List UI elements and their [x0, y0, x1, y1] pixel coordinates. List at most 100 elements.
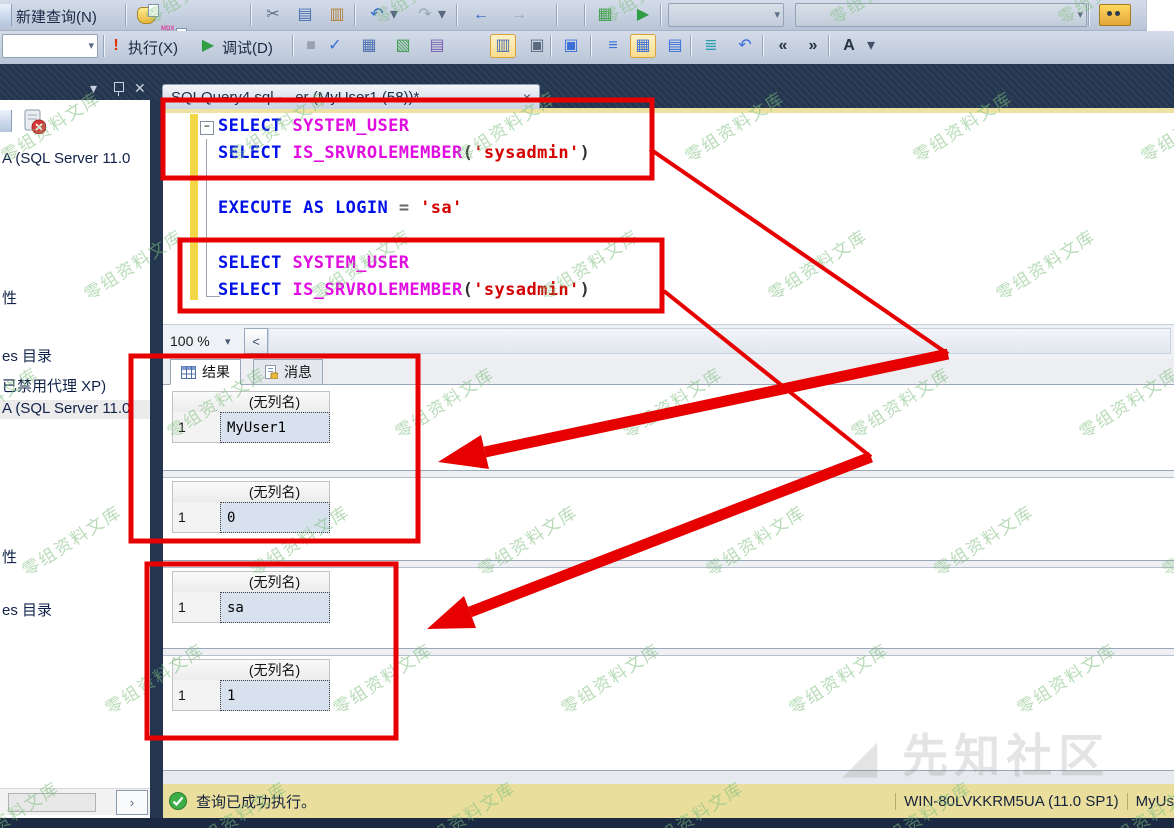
query-options-icon[interactable]: ▦	[356, 34, 382, 58]
intellisense-icon[interactable]: ▧	[390, 34, 416, 58]
tab-results[interactable]: 结果	[170, 359, 241, 385]
toolbar-separator	[456, 4, 457, 26]
code-token: SYSTEM_USER	[292, 253, 409, 273]
sidebar-item[interactable]: 性	[2, 287, 17, 306]
grid-column-header[interactable]: (无列名)	[220, 659, 330, 681]
code-line: SELECT IS_SRVROLEMEMBER('sysadmin')	[218, 143, 590, 170]
grid-corner-cell[interactable]	[172, 481, 221, 503]
find-in-files-icon[interactable]	[1096, 3, 1134, 27]
sidebar-item[interactable]: 已禁用代理 XP)	[2, 375, 106, 394]
redo-icon[interactable]: ↷	[412, 3, 438, 27]
sqlcmd-mode-icon[interactable]: ▣	[524, 34, 550, 58]
sidebar-item[interactable]: es 目录	[2, 345, 52, 364]
chevron-down-icon[interactable]: ▾	[225, 335, 231, 348]
undo-icon[interactable]: ↶	[364, 3, 390, 27]
start-icon[interactable]: ▶	[630, 3, 656, 27]
grid-splitter[interactable]	[163, 648, 1174, 656]
debug-button[interactable]: 调试(D)	[222, 37, 273, 58]
panel-splitter[interactable]	[150, 100, 163, 818]
execute-button[interactable]: 执行(X)	[128, 37, 178, 58]
grid-corner-cell[interactable]	[172, 659, 221, 681]
code-token: (	[463, 143, 474, 163]
connect-partial-icon[interactable]	[0, 4, 12, 26]
zoom-level[interactable]: 100 %	[170, 333, 210, 349]
close-icon[interactable]: ×	[523, 89, 531, 105]
grid-row-header[interactable]: 1	[172, 412, 221, 443]
grid-row-header[interactable]: 1	[172, 502, 221, 533]
object-explorer-panel: A (SQL Server 11.0性es 目录已禁用代理 XP)A (SQL …	[0, 100, 150, 818]
paste-icon[interactable]: ▥	[324, 3, 350, 27]
scrollbar-thumb[interactable]	[8, 793, 96, 812]
chevron-down-icon[interactable]: ▾	[90, 81, 97, 95]
sql-editor[interactable]: − SELECT SYSTEM_USERSELECT IS_SRVROLEMEM…	[163, 113, 1174, 324]
toolbar-separator	[584, 4, 585, 26]
results-grid-icon	[181, 366, 196, 379]
database-sync-icon[interactable]: ▣	[558, 34, 584, 58]
activity-monitor-icon[interactable]: ▦	[592, 3, 618, 27]
grid-splitter[interactable]	[163, 470, 1174, 478]
cut-icon[interactable]: ✂	[260, 3, 286, 27]
grid-row-header[interactable]: 1	[172, 680, 221, 711]
grid-cell[interactable]: sa	[220, 592, 330, 623]
close-icon[interactable]: ✕	[134, 81, 146, 95]
parse-icon[interactable]: ✓	[322, 34, 348, 58]
grid-corner-cell[interactable]	[172, 391, 221, 413]
redo-dropdown-icon[interactable]: ▾	[436, 3, 448, 27]
horizontal-scrollbar[interactable]: ›	[0, 788, 150, 815]
status-message: 查询已成功执行。	[196, 791, 316, 812]
document-tab[interactable]: SQLQuery4.sql -...er (MyUser1 (58))* ×	[162, 84, 540, 109]
stop-icon[interactable]: ■	[298, 34, 324, 58]
editor-bottom-bar: 100 % ▾ <	[163, 324, 1174, 358]
chevron-down-icon: ▾	[1077, 8, 1083, 21]
grid-column-header[interactable]: (无列名)	[220, 481, 330, 503]
code-token: LOGIN	[335, 198, 388, 218]
stop-script-icon[interactable]	[22, 108, 46, 134]
outdent-icon[interactable]: «	[770, 34, 796, 58]
copy-icon[interactable]: ▤	[292, 3, 318, 27]
parse-icon-glyph: ✓	[328, 38, 341, 54]
results-to-text-icon[interactable]: ≡	[600, 34, 626, 58]
grid-cell[interactable]: 1	[220, 680, 330, 711]
sidebar-item[interactable]: A (SQL Server 11.0	[0, 400, 150, 419]
grid-column-header[interactable]: (无列名)	[220, 571, 330, 593]
new-query-button[interactable]: 新建查询(N)	[16, 6, 97, 27]
grid-column-header[interactable]: (无列名)	[220, 391, 330, 413]
navigate-forward-icon[interactable]: →	[506, 3, 532, 27]
pin-icon[interactable]	[114, 82, 124, 92]
grid-cell[interactable]: MyUser1	[220, 412, 330, 443]
collapse-region-icon[interactable]: −	[200, 121, 214, 135]
undo-dropdown-icon-glyph: ▾	[390, 7, 398, 23]
execute-exclamation-icon[interactable]: !	[108, 34, 124, 58]
execute-exclamation-icon-glyph: !	[113, 38, 118, 54]
undo-lines-icon[interactable]: ↶	[732, 34, 758, 58]
sidebar-item[interactable]: A (SQL Server 11.0	[2, 150, 130, 169]
results-pane-icon[interactable]: ▥	[490, 34, 516, 58]
tab-messages[interactable]: 消息	[253, 359, 323, 385]
new-database-engine-query-icon[interactable]	[133, 3, 159, 27]
grid-cell[interactable]: 0	[220, 502, 330, 533]
scrollbar-left-button[interactable]: <	[244, 328, 268, 354]
snippets-icon[interactable]: ▤	[424, 34, 450, 58]
toolbar-combo-1[interactable]: ▾	[668, 3, 784, 27]
toolbar-combo-2[interactable]: ▾	[795, 3, 1087, 27]
grid-splitter[interactable]	[163, 560, 1174, 568]
scrollbar-right-button[interactable]: ›	[116, 790, 148, 815]
status-server: WIN-80LVKKRM5UA (11.0 SP1)	[904, 793, 1119, 810]
grid-row-header[interactable]: 1	[172, 592, 221, 623]
available-databases-combo[interactable]: ▾	[2, 34, 98, 58]
change-case-icon[interactable]: A	[836, 34, 862, 58]
debug-play-icon[interactable]: ▶	[198, 34, 218, 58]
toolbar-separator	[690, 35, 691, 57]
navigate-back-icon[interactable]: ←	[468, 3, 494, 27]
indent-icon[interactable]: »	[800, 34, 826, 58]
horizontal-scrollbar[interactable]	[268, 328, 1171, 354]
grid-corner-cell[interactable]	[172, 571, 221, 593]
explorer-toolbar-partial-icon[interactable]	[0, 110, 12, 132]
undo-dropdown-icon[interactable]: ▾	[388, 3, 400, 27]
comment-lines-icon[interactable]: ≣	[698, 34, 724, 58]
results-to-grid-icon[interactable]: ▦	[630, 34, 656, 58]
sidebar-item[interactable]: 性	[2, 546, 17, 565]
results-to-file-icon[interactable]: ▤	[662, 34, 688, 58]
sidebar-item[interactable]: es 目录	[2, 599, 52, 618]
toolbar-overflow-icon[interactable]: ▾	[864, 34, 878, 58]
